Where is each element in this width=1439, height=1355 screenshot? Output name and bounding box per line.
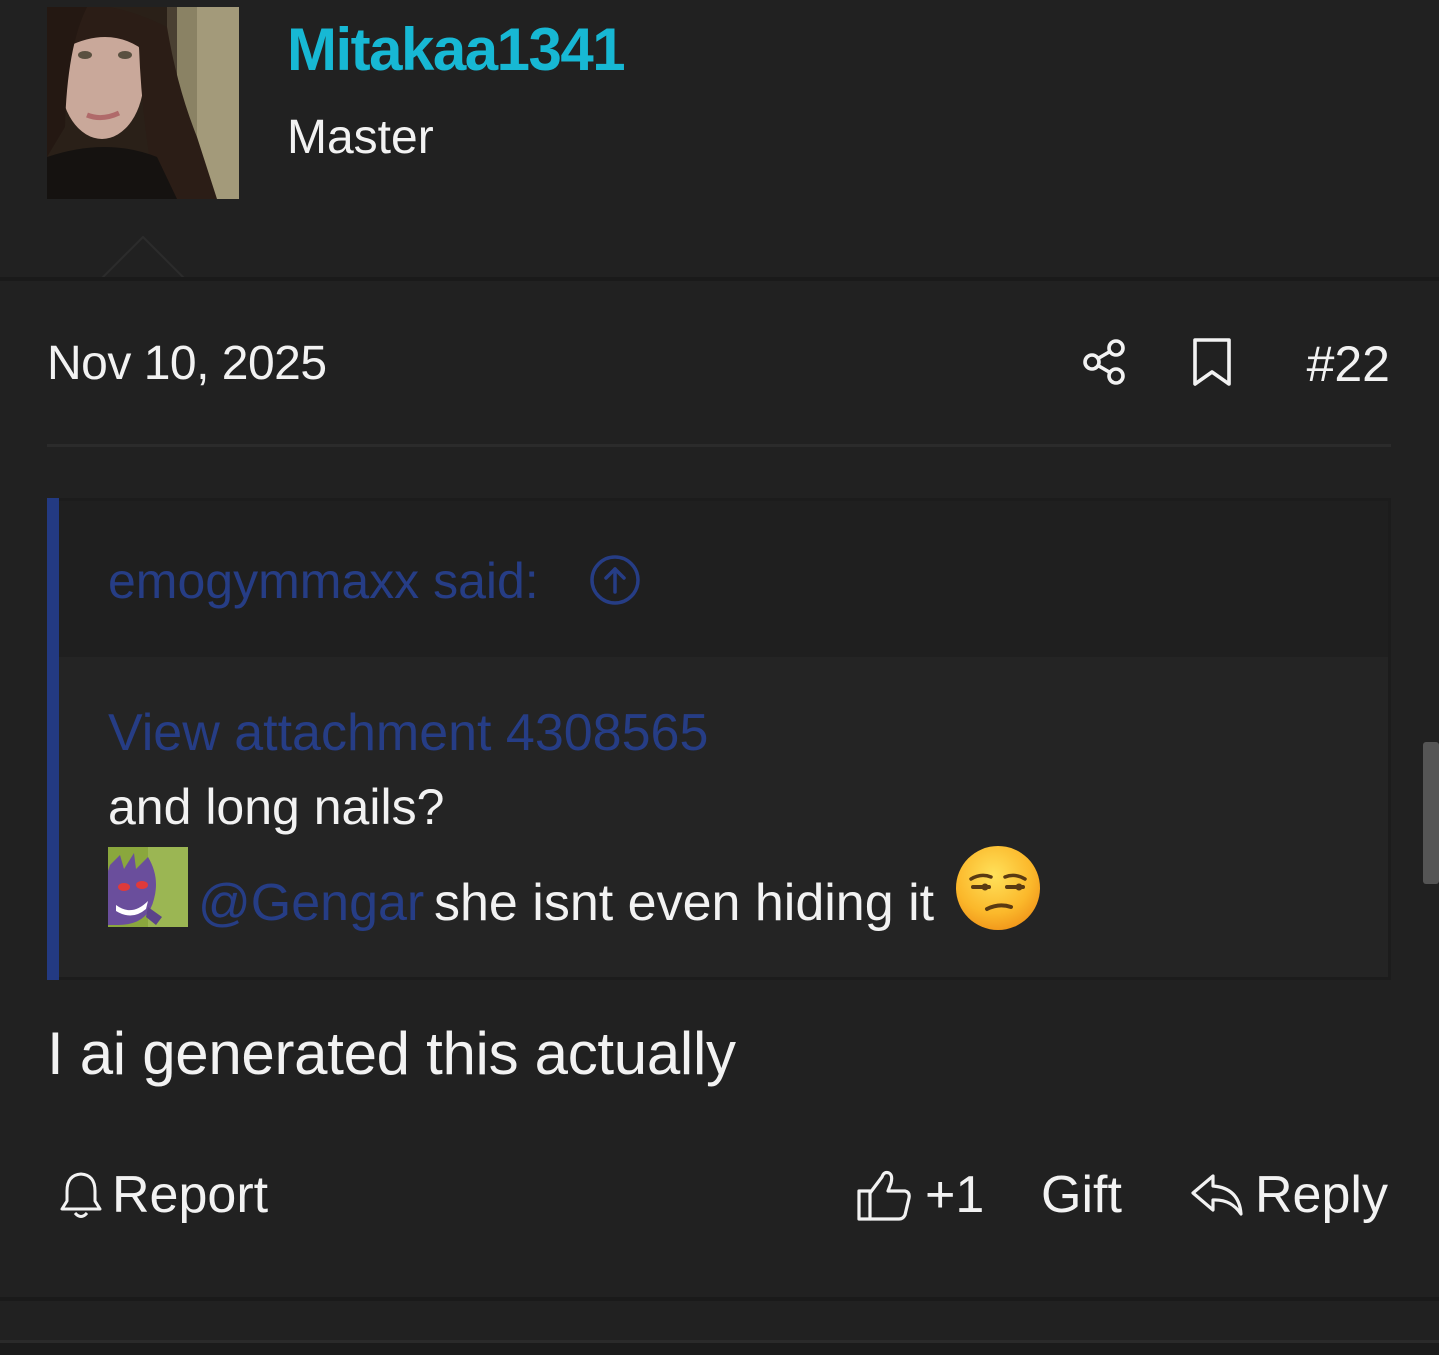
post-number-link[interactable]: #22 (1307, 334, 1390, 394)
post-date[interactable]: Nov 10, 2025 (47, 334, 327, 394)
thumbs-up-icon (857, 1170, 911, 1221)
report-label: Report (112, 1166, 269, 1224)
bell-icon (60, 1172, 102, 1218)
share-icon[interactable] (1080, 336, 1130, 388)
header-divider (0, 277, 1439, 281)
header-pointer-notch (100, 236, 186, 281)
quote-accent-bar (47, 498, 59, 980)
mention-avatar[interactable] (108, 847, 188, 927)
report-button[interactable]: Report (58, 1163, 268, 1227)
next-post-edge (0, 1340, 1439, 1355)
post-user-header: Mitakaa1341 Master (0, 0, 1439, 281)
quote-block: emogymmaxx said: View attachment 4308565… (47, 498, 1391, 980)
user-avatar[interactable] (47, 7, 239, 199)
bookmark-icon[interactable] (1190, 336, 1234, 388)
reply-button[interactable]: Reply (1189, 1163, 1388, 1227)
attachment-link[interactable]: View attachment 4308565 (108, 701, 708, 765)
quote-text-line: she isnt even hiding it (434, 874, 935, 932)
reply-arrow-icon (1191, 1174, 1243, 1216)
user-title: Master (287, 111, 434, 164)
meta-divider (47, 444, 1391, 447)
username-link[interactable]: Mitakaa1341 (287, 16, 626, 84)
mention-link[interactable]: @Gengar (198, 871, 424, 935)
forum-post: Mitakaa1341 Master Nov 10, 2025 #22 emog… (0, 0, 1439, 1355)
jump-to-quote-icon[interactable] (588, 553, 642, 607)
quote-text-line: and long nails? (108, 779, 445, 835)
reply-label: Reply (1255, 1166, 1388, 1224)
scrollbar-thumb[interactable] (1423, 742, 1439, 884)
footer-divider (0, 1297, 1439, 1301)
like-count: +1 (925, 1166, 985, 1224)
like-button[interactable]: +1 (855, 1163, 984, 1227)
quote-author-link[interactable]: emogymmaxx said: (108, 551, 539, 611)
unamused-face-emoji (956, 846, 1040, 930)
post-body-text: I ai generated this actually (47, 1020, 736, 1087)
gift-button[interactable]: Gift (1041, 1163, 1122, 1227)
